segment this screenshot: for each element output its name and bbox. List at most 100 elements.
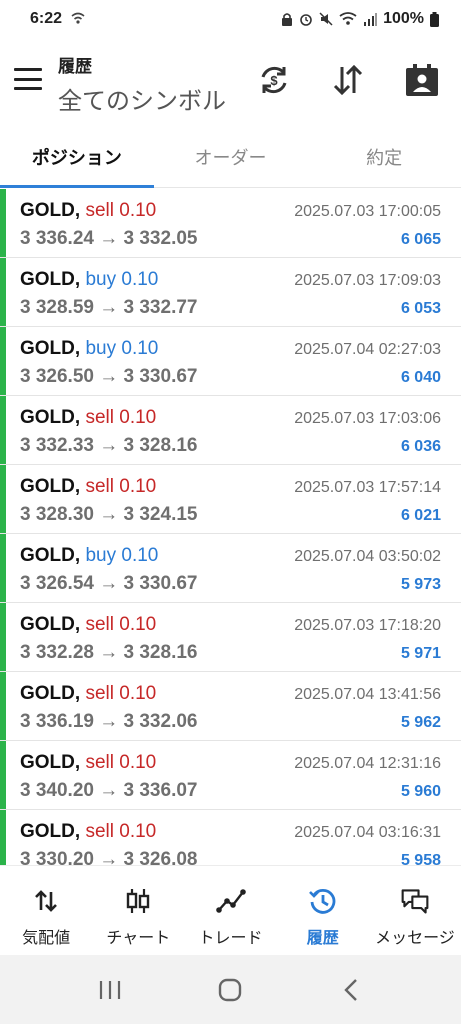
trade-prices: 3 330.20 → 3 326.08 xyxy=(20,849,198,865)
trade-prices: 3 332.33 → 3 328.16 xyxy=(20,435,198,456)
refresh-dollar-icon: $ xyxy=(261,66,287,94)
symbol-text: GOLD, xyxy=(20,338,81,359)
volume-text: 0.10 xyxy=(121,269,159,290)
trade-symbol: GOLD, sell 0.10 xyxy=(20,821,156,843)
trade-time: 2025.07.04 13:41:56 xyxy=(294,686,441,703)
trade-prices: 3 332.28 → 3 328.16 xyxy=(20,642,198,663)
side-text: sell xyxy=(85,683,114,704)
nav-label-trade: トレード xyxy=(198,930,263,947)
trade-symbol: GOLD, sell 0.10 xyxy=(20,683,156,705)
trade-prices: 3 328.30 → 3 324.15 xyxy=(20,504,198,525)
wifi-calling-icon xyxy=(71,12,85,24)
trade-side: sell 0.10 xyxy=(85,683,156,704)
trade-ticket: 6 065 xyxy=(400,231,441,248)
trade-prices: 3 336.19 → 3 332.06 xyxy=(20,711,198,732)
symbol-text: GOLD, xyxy=(20,407,81,428)
messages-icon xyxy=(400,886,430,916)
trade-time: 2025.07.04 03:16:31 xyxy=(294,824,441,841)
trade-row[interactable]: GOLD, sell 0.10 3 330.20 → 3 326.08 2025.0… xyxy=(0,810,461,865)
symbol-text: GOLD, xyxy=(20,476,81,497)
trade-time: 2025.07.04 12:31:16 xyxy=(294,755,441,772)
tab-active-indicator xyxy=(0,185,154,188)
trade-side: sell 0.10 xyxy=(85,821,156,842)
app-header: 履歴 全てのシンボル $ xyxy=(0,38,461,126)
symbol-text: GOLD, xyxy=(20,269,81,290)
recent-apps-button[interactable] xyxy=(90,970,130,1010)
tab-deals[interactable]: 約定 xyxy=(307,126,461,187)
nav-messages[interactable]: メッセージ xyxy=(369,866,461,955)
trade-row[interactable]: GOLD, sell 0.10 3 328.30 → 3 324.15 2025.0… xyxy=(0,465,461,534)
trade-side: sell 0.10 xyxy=(85,614,156,635)
trade-ticket: 6 021 xyxy=(400,507,441,524)
trade-row[interactable]: GOLD, sell 0.10 3 332.28 → 3 328.16 2025.0… xyxy=(0,603,461,672)
trade-time: 2025.07.03 17:09:03 xyxy=(294,272,441,289)
trade-row[interactable]: GOLD, buy 0.10 3 328.59 → 3 332.77 2025.07… xyxy=(0,258,461,327)
contact-calendar-icon xyxy=(406,64,438,96)
trade-side: sell 0.10 xyxy=(85,752,156,773)
trade-time: 2025.07.03 17:18:20 xyxy=(294,617,441,634)
side-text: sell xyxy=(85,752,114,773)
period-refresh-button[interactable]: $ xyxy=(254,60,294,100)
trade-symbol: GOLD, sell 0.10 xyxy=(20,614,156,636)
volume-text: 0.10 xyxy=(121,338,159,359)
nav-label-messages: メッセージ xyxy=(375,930,455,947)
nav-chart[interactable]: チャート xyxy=(92,866,184,955)
trade-symbol: GOLD, sell 0.10 xyxy=(20,752,156,774)
trade-time: 2025.07.04 03:50:02 xyxy=(294,548,441,565)
nav-trade[interactable]: トレード xyxy=(184,866,276,955)
side-text: sell xyxy=(85,200,114,221)
home-icon xyxy=(219,978,242,1001)
trade-time: 2025.07.03 17:00:05 xyxy=(294,203,441,220)
symbol-text: GOLD, xyxy=(20,614,81,635)
trade-row[interactable]: GOLD, sell 0.10 3 336.19 → 3 332.06 2025.0… xyxy=(0,672,461,741)
back-button[interactable] xyxy=(331,970,371,1010)
volume-text: 0.10 xyxy=(119,752,157,773)
home-button[interactable] xyxy=(210,970,250,1010)
trade-side: buy 0.10 xyxy=(85,338,158,359)
trade-symbol: GOLD, sell 0.10 xyxy=(20,407,156,429)
volume-text: 0.10 xyxy=(119,683,157,704)
trade-prices: 3 340.20 → 3 336.07 xyxy=(20,780,198,801)
nav-quotes[interactable]: 気配値 xyxy=(0,866,92,955)
trade-list[interactable]: GOLD, sell 0.10 3 336.24 → 3 332.05 2025.0… xyxy=(0,189,461,865)
mute-icon xyxy=(319,12,333,26)
report-button[interactable] xyxy=(402,60,442,100)
tab-positions[interactable]: ポジション xyxy=(0,126,154,187)
volume-text: 0.10 xyxy=(119,821,157,842)
trade-ticket: 5 973 xyxy=(400,576,441,593)
symbol-text: GOLD, xyxy=(20,683,81,704)
title-block[interactable]: 履歴 全てのシンボル xyxy=(58,52,226,116)
symbol-filter[interactable]: 全てのシンボル xyxy=(58,81,226,116)
volume-text: 0.10 xyxy=(119,476,157,497)
trade-row[interactable]: GOLD, buy 0.10 3 326.54 → 3 330.67 2025.07… xyxy=(0,534,461,603)
trade-row[interactable]: GOLD, sell 0.10 3 332.33 → 3 328.16 2025.0… xyxy=(0,396,461,465)
page-title: 履歴 xyxy=(58,57,92,76)
trade-side: sell 0.10 xyxy=(85,200,156,221)
trade-ticket: 6 040 xyxy=(400,369,441,386)
tab-orders[interactable]: オーダー xyxy=(154,126,308,187)
trade-row[interactable]: GOLD, sell 0.10 3 340.20 → 3 336.07 2025.0… xyxy=(0,741,461,810)
menu-icon[interactable] xyxy=(14,68,42,90)
side-text: sell xyxy=(85,407,114,428)
lock-icon xyxy=(282,13,293,26)
svg-text:$: $ xyxy=(270,73,278,88)
trade-prices: 3 326.50 → 3 330.67 xyxy=(20,366,198,387)
status-time: 6:22 xyxy=(30,10,63,27)
trade-row[interactable]: GOLD, sell 0.10 3 336.24 → 3 332.05 2025.0… xyxy=(0,189,461,258)
sort-button[interactable] xyxy=(328,60,368,100)
nav-history[interactable]: 履歴 xyxy=(277,866,369,955)
trade-side: buy 0.10 xyxy=(85,269,158,290)
symbol-text: GOLD, xyxy=(20,545,81,566)
side-text: buy xyxy=(85,545,117,566)
trade-time: 2025.07.03 17:57:14 xyxy=(294,479,441,496)
bottom-nav: 気配値 チャート トレード 履歴 メッセージ xyxy=(0,865,461,955)
trade-symbol: GOLD, buy 0.10 xyxy=(20,338,158,360)
trade-symbol: GOLD, sell 0.10 xyxy=(20,200,156,222)
trade-time: 2025.07.04 02:27:03 xyxy=(294,341,441,358)
trade-ticket: 6 036 xyxy=(400,438,441,455)
sort-arrows-icon xyxy=(333,64,363,96)
trade-line-icon xyxy=(215,886,246,916)
status-right: 100% xyxy=(281,10,439,28)
nav-label-quotes: 気配値 xyxy=(22,930,71,947)
trade-row[interactable]: GOLD, buy 0.10 3 326.50 → 3 330.67 2025.07… xyxy=(0,327,461,396)
